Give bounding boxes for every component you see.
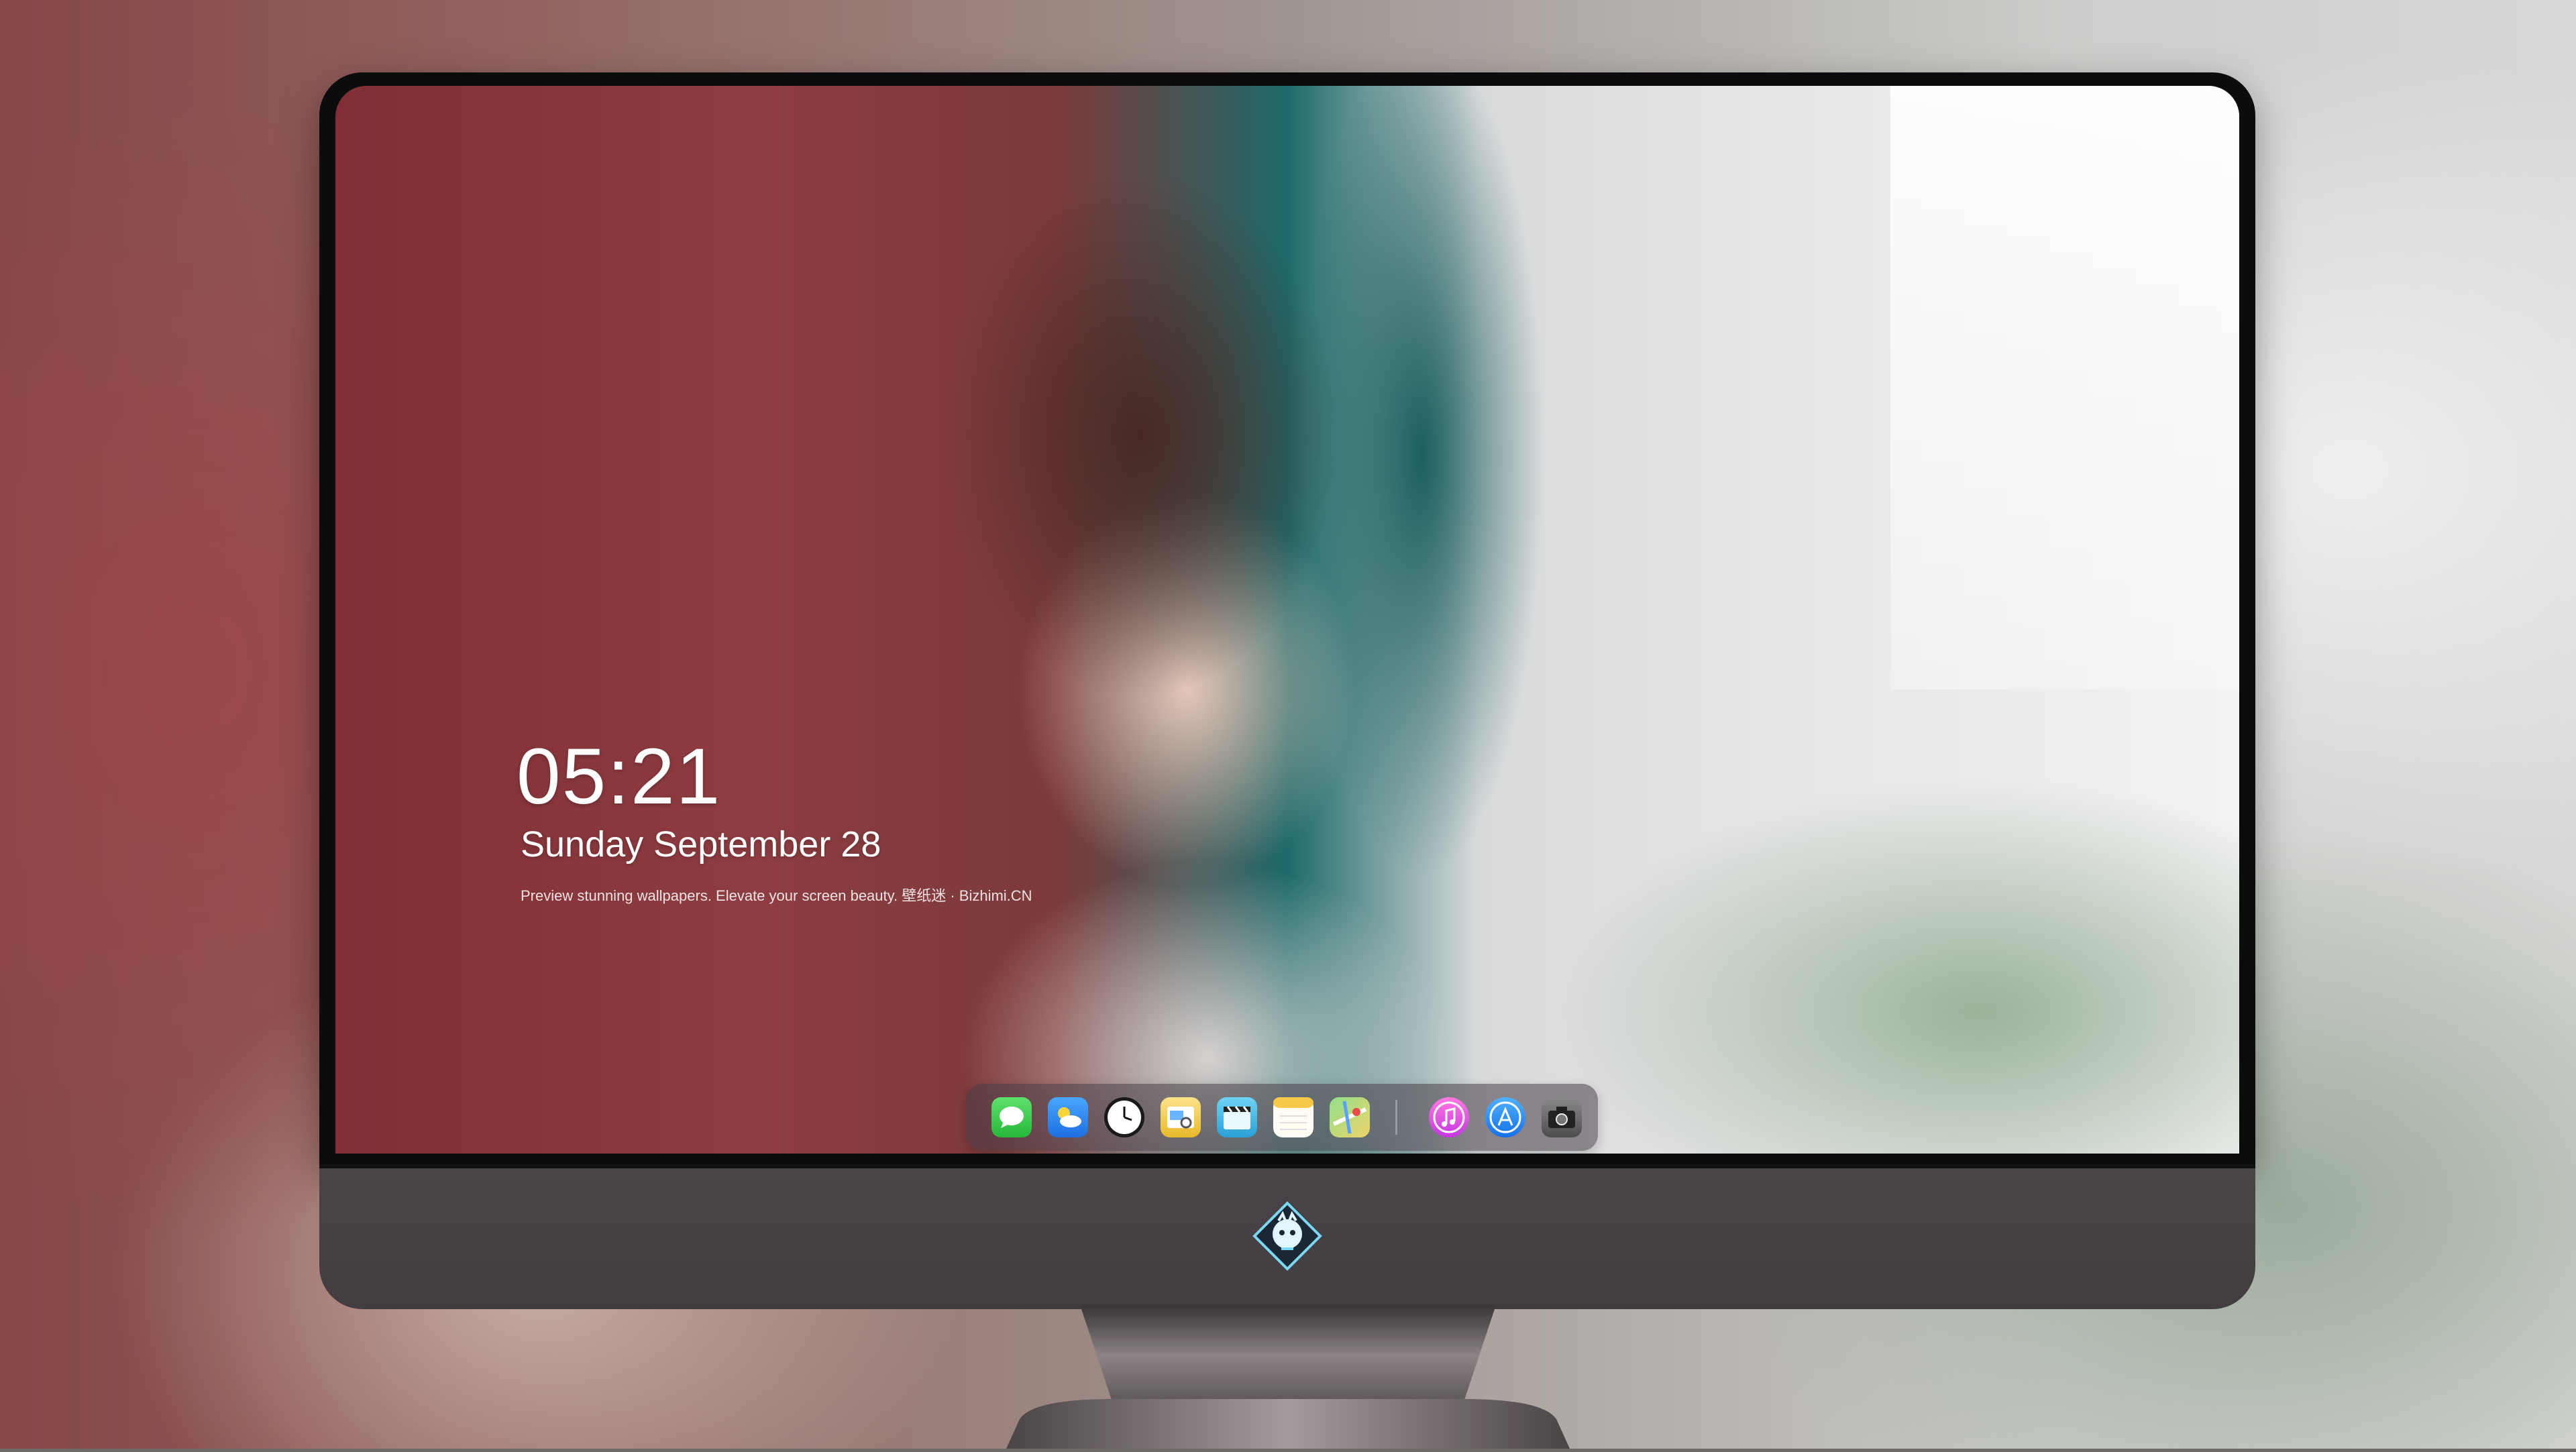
clips-icon[interactable] [1217,1097,1257,1137]
messages-icon[interactable] [991,1097,1032,1137]
lockscreen-caption: Preview stunning wallpapers. Elevate you… [521,887,1032,904]
weather-icon[interactable] [1048,1097,1088,1137]
lockscreen-date: Sunday September 28 [521,824,881,864]
notes-icon[interactable] [1273,1097,1313,1137]
maps-icon[interactable] [1330,1097,1370,1137]
preview-icon[interactable] [1161,1097,1201,1137]
lockscreen-time: 05:21 [517,732,722,821]
camera-icon[interactable] [1542,1097,1582,1137]
dock [966,1084,1598,1151]
bizhimi-logo [1252,1200,1323,1272]
monitor-stand [993,1305,1583,1449]
monitor-screen [335,86,2239,1154]
dock-divider [1395,1100,1397,1135]
itunes-icon[interactable] [1429,1097,1469,1137]
window-light [1890,86,2239,689]
clock-icon[interactable] [1104,1097,1144,1137]
app-store-icon[interactable] [1485,1097,1525,1137]
